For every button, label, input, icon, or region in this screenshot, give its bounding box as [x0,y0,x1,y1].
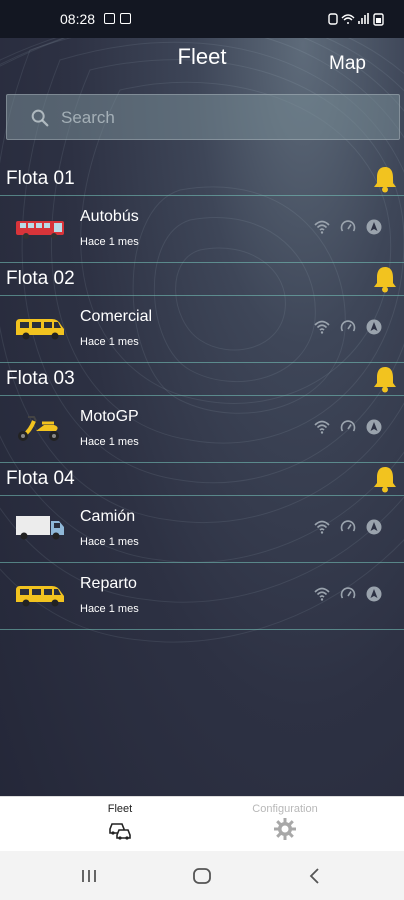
cars-icon [109,823,131,840]
bottom-tab-bar: Fleet Configuration [0,796,404,851]
vehicle-name: Reparto [80,575,137,592]
vehicle-status-icons [314,419,382,435]
navigation-icon [366,219,382,235]
search-bar[interactable] [6,94,400,140]
fleet-name: Flota 04 [6,468,75,489]
speedometer-icon [340,520,356,532]
navigation-icon [366,419,382,435]
van-icon [16,319,64,340]
fleet-name: Flota 01 [6,168,75,189]
check-icon [120,13,131,24]
vehicle-row[interactable]: Comercial Hace 1 mes [0,296,404,362]
vehicle-name: MotoGP [80,408,139,425]
gallery-icon [104,13,115,24]
back-icon[interactable] [305,866,325,886]
vehicle-last-seen: Hace 1 mes [80,336,139,348]
vehicle-last-seen: Hace 1 mes [80,236,139,248]
vehicle-last-seen: Hace 1 mes [80,436,139,448]
fleet-group-header[interactable]: Flota 02 [0,263,404,295]
fleet-group-header[interactable]: Flota 01 [0,163,404,195]
vehicle-last-seen: Hace 1 mes [80,536,139,548]
bus-icon [16,221,64,239]
wifi-icon [314,320,330,334]
status-bar: 08:28 [0,0,404,38]
navigation-icon [366,586,382,602]
tab-configuration-label: Configuration [252,803,318,815]
navigation-icon [366,519,382,535]
tab-fleet[interactable]: Fleet [60,797,180,852]
vehicle-name: Comercial [80,308,153,325]
status-time: 08:28 [60,11,96,27]
tab-fleet-label: Fleet [107,803,133,815]
vehicle-name: Camión [80,508,136,525]
scooter-icon [18,416,59,441]
search-icon [31,109,49,127]
vehicle-status-icons [314,586,382,602]
wifi-icon [314,220,330,234]
bell-icon[interactable] [372,465,398,493]
tab-configuration[interactable]: Configuration [225,797,345,852]
vehicle-row[interactable]: Camión Hace 1 mes [0,496,404,562]
recents-icon[interactable] [79,866,99,886]
vehicle-status-icons [314,319,382,335]
vehicle-row[interactable]: Reparto Hace 1 mes [0,563,404,629]
gear-icon [274,818,296,840]
fleet-list: Flota 01 Autobús Hace 1 mes Flota 02 Com… [0,163,404,630]
wifi-icon [314,520,330,534]
wifi-icon [314,587,330,601]
fleet-group-header[interactable]: Flota 03 [0,363,404,395]
home-icon[interactable] [192,866,212,886]
speedometer-icon [340,220,356,232]
navigation-icon [366,319,382,335]
fleet-name: Flota 02 [6,268,75,289]
bell-icon[interactable] [372,265,398,293]
vehicle-status-icons [314,519,382,535]
vehicle-row[interactable]: Autobús Hace 1 mes [0,196,404,262]
speedometer-icon [340,420,356,432]
map-button[interactable]: Map [329,53,366,75]
search-input[interactable] [61,103,381,133]
wifi-icon [314,420,330,434]
speedometer-icon [340,320,356,332]
separator [0,629,404,630]
speedometer-icon [340,587,356,599]
fleet-group-header[interactable]: Flota 04 [0,463,404,495]
vehicle-name: Autobús [80,208,139,225]
app-screen: 08:28 Fleet Map Flota 01 [0,0,404,900]
vehicle-row[interactable]: MotoGP Hace 1 mes [0,396,404,462]
truck-icon [16,516,64,540]
system-status-icons [328,13,384,26]
bell-icon[interactable] [372,165,398,193]
vehicle-status-icons [314,219,382,235]
fleet-name: Flota 03 [6,368,75,389]
bell-icon[interactable] [372,365,398,393]
notification-icons [104,13,131,24]
system-navigation-bar [0,851,404,900]
vehicle-last-seen: Hace 1 mes [80,603,139,615]
van-icon [16,586,64,607]
